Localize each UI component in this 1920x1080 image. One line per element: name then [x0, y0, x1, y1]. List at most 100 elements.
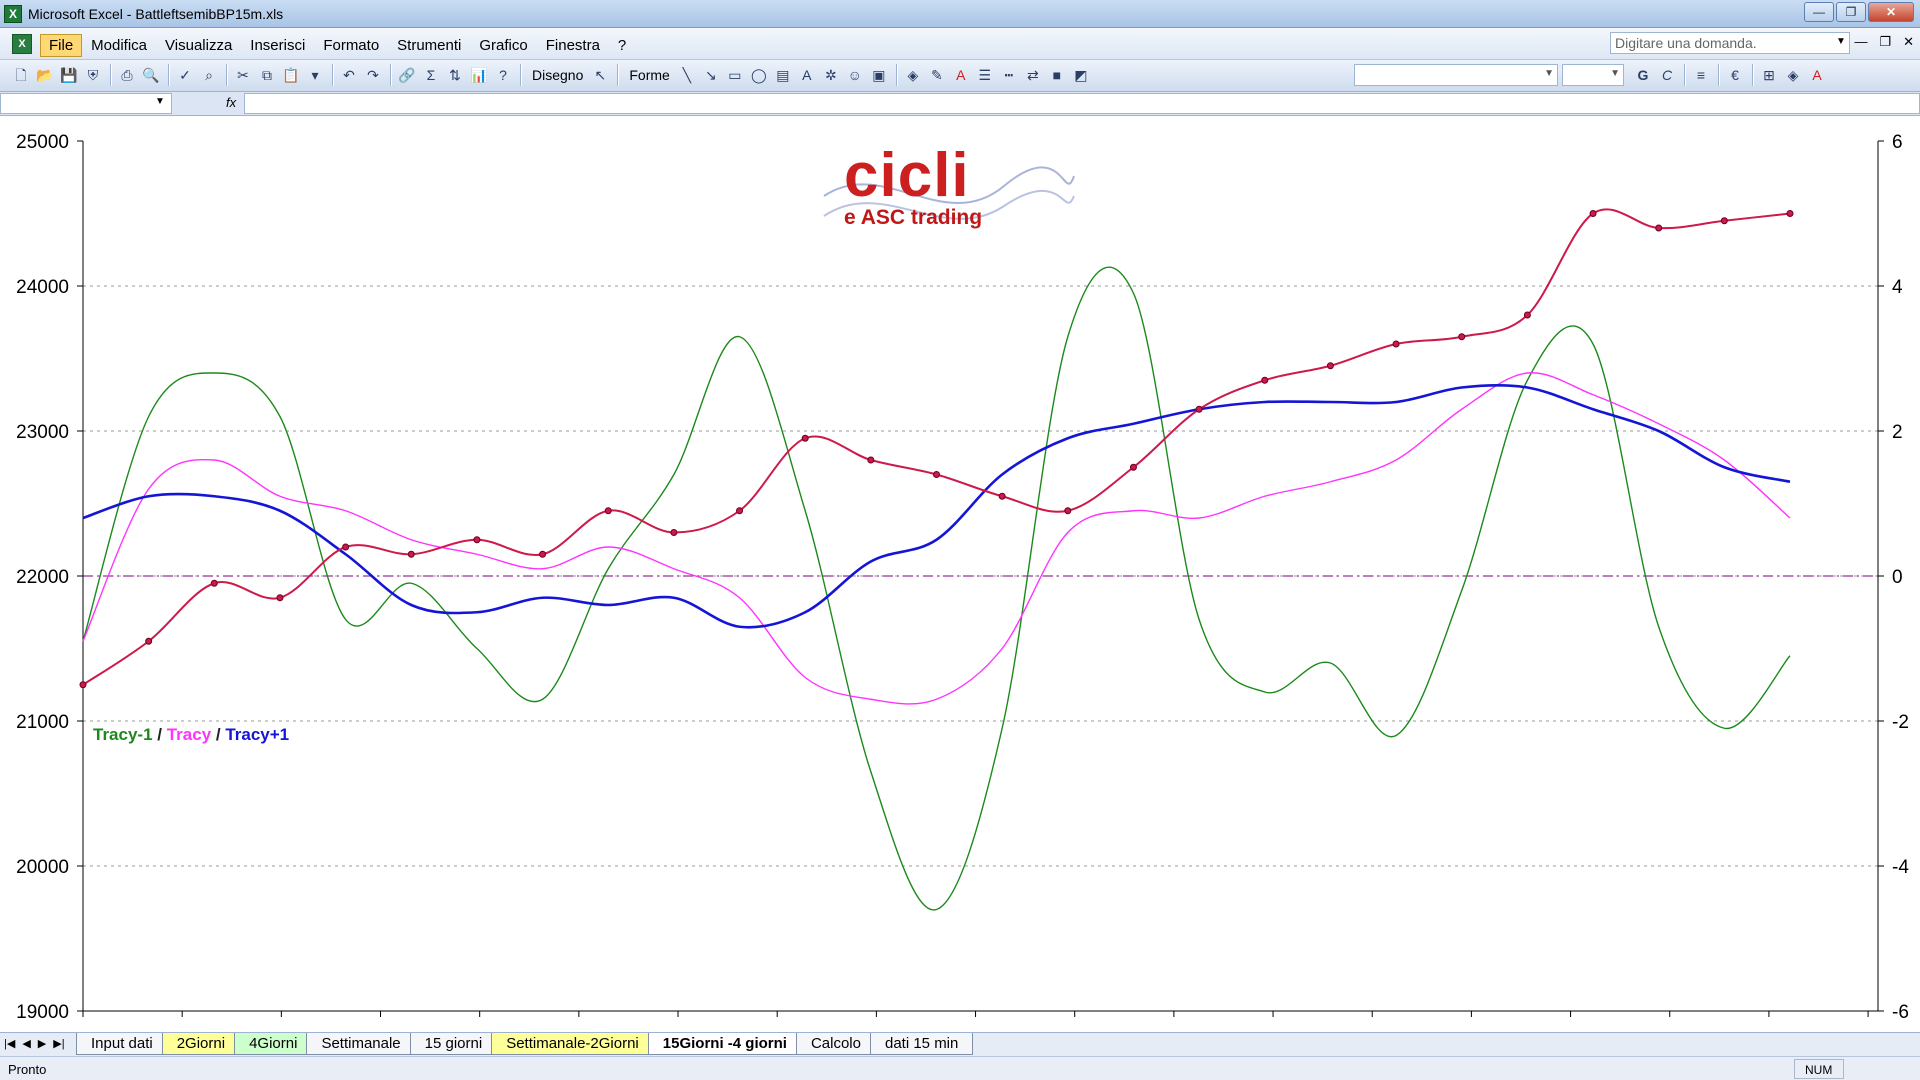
prev-sheet-icon[interactable]: ◀ — [22, 1037, 30, 1050]
oval-icon[interactable]: ◯ — [748, 64, 770, 86]
permission-icon[interactable]: ⛨ — [82, 64, 104, 86]
price-point — [1458, 333, 1466, 341]
legend-separator: / — [211, 725, 226, 744]
close-icon[interactable]: ✕ — [1868, 2, 1914, 22]
paste-icon[interactable]: 📋 — [280, 64, 302, 86]
print-icon[interactable]: ⎙ — [116, 64, 138, 86]
next-sheet-icon[interactable]: ▶ — [38, 1037, 46, 1050]
y-tick-label-right: 6 — [1892, 132, 1903, 153]
new-file-icon[interactable]: 🗋 — [10, 64, 32, 86]
diagram-icon[interactable]: ✲ — [820, 64, 842, 86]
first-sheet-icon[interactable]: |◀ — [4, 1037, 15, 1050]
menu-strumenti[interactable]: Strumenti — [388, 34, 470, 57]
status-bar: Pronto NUM — [0, 1056, 1920, 1080]
save-icon[interactable]: 💾 — [58, 64, 80, 86]
arrow-style-icon[interactable]: ⇄ — [1022, 64, 1044, 86]
title-bar: X Microsoft Excel - BattleftsemibBP15m.x… — [0, 0, 1920, 28]
status-text: Pronto — [8, 1062, 47, 1077]
redo-icon[interactable]: ↷ — [362, 64, 384, 86]
menu-formato[interactable]: Formato — [314, 34, 388, 57]
sheet-nav-buttons: |◀ ◀ ▶ ▶| — [4, 1037, 65, 1050]
copy-icon[interactable]: ⧉ — [256, 64, 278, 86]
chevron-down-icon[interactable]: ▾ — [304, 64, 326, 86]
menu-modifica[interactable]: Modifica — [82, 34, 156, 57]
price-point — [998, 492, 1006, 500]
italic-button[interactable]: C — [1656, 64, 1678, 86]
undo-icon[interactable]: ↶ — [338, 64, 360, 86]
arrow-icon[interactable]: ↘ — [700, 64, 722, 86]
menu-visualizza[interactable]: Visualizza — [156, 34, 241, 57]
line-style-icon[interactable]: ☰ — [974, 64, 996, 86]
dash-style-icon[interactable]: ┅ — [998, 64, 1020, 86]
textbox-icon[interactable]: ▤ — [772, 64, 794, 86]
sheet-tab[interactable]: Settimanale — [306, 1033, 416, 1055]
chevron-down-icon[interactable]: ▼ — [155, 96, 165, 107]
doc-minimize-icon[interactable]: — — [1854, 34, 1867, 50]
bold-button[interactable]: G — [1632, 64, 1654, 86]
font-color-icon[interactable]: A — [950, 64, 972, 86]
menu-inserisci[interactable]: Inserisci — [241, 34, 314, 57]
euro-icon[interactable]: € — [1724, 64, 1746, 86]
price-point — [145, 637, 153, 645]
borders-icon[interactable]: ⊞ — [1758, 64, 1780, 86]
menu-grafico[interactable]: Grafico — [470, 34, 536, 57]
menu-bar: X File Modifica Visualizza Inserisci For… — [0, 28, 1920, 60]
research-icon[interactable]: ⌕ — [198, 64, 220, 86]
maximize-icon[interactable]: ❐ — [1836, 2, 1866, 22]
formula-input[interactable] — [244, 93, 1920, 114]
doc-restore-icon[interactable]: ❐ — [1879, 34, 1891, 50]
fill-bucket-icon[interactable]: ◈ — [1782, 64, 1804, 86]
sheet-tab[interactable]: 15Giorni -4 giorni — [647, 1033, 802, 1055]
3d-icon[interactable]: ◩ — [1070, 64, 1092, 86]
sheet-tab[interactable]: dati 15 min — [869, 1033, 974, 1055]
sheet-tab[interactable]: Input dati — [76, 1033, 168, 1055]
font-size-combo[interactable]: ▼ — [1562, 64, 1624, 86]
chart-area[interactable]: 25000 24000 23000 22000 21000 20000 19000 6 4 2 0 -… — [0, 116, 1920, 1032]
line-icon[interactable]: ╲ — [676, 64, 698, 86]
price-point — [736, 507, 744, 515]
last-sheet-icon[interactable]: ▶| — [53, 1037, 64, 1050]
line-color-icon[interactable]: ✎ — [926, 64, 948, 86]
sheet-tab[interactable]: 15 giorni — [409, 1033, 498, 1055]
shadow-icon[interactable]: ■ — [1046, 64, 1068, 86]
open-folder-icon[interactable]: 📂 — [34, 64, 56, 86]
chevron-down-icon[interactable]: ▼ — [1836, 36, 1846, 47]
shapes-menu[interactable]: Forme — [629, 67, 669, 83]
menu-help[interactable]: ? — [609, 34, 635, 57]
fill-color-icon[interactable]: ◈ — [902, 64, 924, 86]
clipart-icon[interactable]: ☺ — [844, 64, 866, 86]
rectangle-icon[interactable]: ▭ — [724, 64, 746, 86]
sheet-tab[interactable]: 2Giorni — [161, 1033, 241, 1055]
print-preview-icon[interactable]: 🔍 — [140, 64, 162, 86]
legend-tracy-minus-1: Tracy-1 — [93, 725, 153, 744]
hyperlink-icon[interactable]: 🔗 — [396, 64, 418, 86]
chevron-down-icon[interactable]: ▼ — [1610, 68, 1620, 79]
name-box[interactable] — [0, 93, 172, 114]
sheet-tab[interactable]: 4Giorni — [234, 1033, 313, 1055]
align-icon[interactable]: ≡ — [1690, 64, 1712, 86]
help-icon[interactable]: ? — [492, 64, 514, 86]
ask-question-input[interactable]: Digitare una domanda. — [1610, 32, 1850, 54]
select-pointer-icon[interactable]: ↖ — [589, 64, 611, 86]
price-point — [276, 594, 284, 602]
spelling-icon[interactable]: ✓ — [174, 64, 196, 86]
picture-icon[interactable]: ▣ — [868, 64, 890, 86]
menu-finestra[interactable]: Finestra — [537, 34, 609, 57]
price-point — [473, 536, 481, 544]
autosum-icon[interactable]: Σ — [420, 64, 442, 86]
minimize-icon[interactable]: — — [1804, 2, 1834, 22]
sort-icon[interactable]: ⇅ — [444, 64, 466, 86]
drawing-menu[interactable]: Disegno — [532, 67, 583, 83]
sheet-tab[interactable]: Settimanale-2Giorni — [491, 1033, 654, 1055]
function-icon[interactable]: fx — [226, 95, 236, 110]
font-name-combo[interactable]: ▼ — [1354, 64, 1558, 86]
text-color-icon[interactable]: A — [1806, 64, 1828, 86]
cut-icon[interactable]: ✂ — [232, 64, 254, 86]
workbook-icon[interactable]: X — [12, 34, 32, 54]
chevron-down-icon[interactable]: ▼ — [1544, 68, 1554, 79]
wordart-icon[interactable]: A — [796, 64, 818, 86]
doc-close-icon[interactable]: ✕ — [1903, 34, 1914, 50]
sheet-tab[interactable]: Calcolo — [795, 1033, 876, 1055]
menu-file[interactable]: File — [40, 34, 83, 57]
chart-wizard-icon[interactable]: 📊 — [468, 64, 490, 86]
